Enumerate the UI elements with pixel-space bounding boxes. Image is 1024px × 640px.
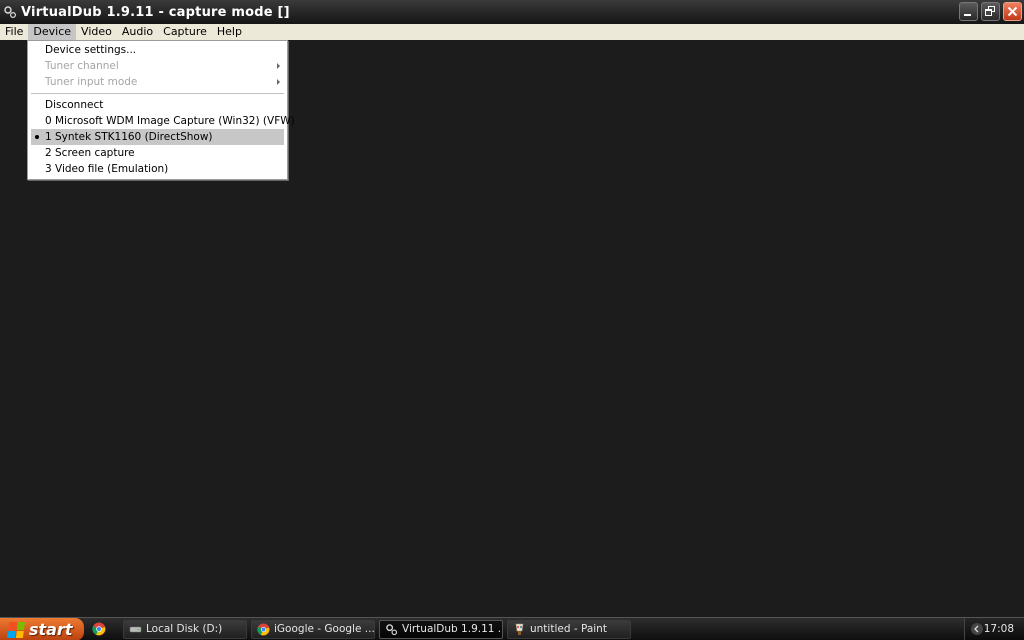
menu-item-label: 2 Screen capture <box>45 147 135 159</box>
task-virtualdub[interactable]: VirtualDub 1.9.11 ... <box>379 620 503 639</box>
menu-separator <box>31 93 284 94</box>
clock[interactable]: 17:08 <box>984 618 1014 640</box>
start-label: start <box>29 620 73 639</box>
task-local-disk[interactable]: Local Disk (D:) <box>123 620 247 639</box>
restore-button[interactable] <box>981 2 1000 21</box>
submenu-arrow-icon <box>277 79 280 85</box>
menu-item-device-1[interactable]: 1 Syntek STK1160 (DirectShow) <box>31 129 284 145</box>
chrome-icon <box>257 623 270 636</box>
menu-item-device-2[interactable]: 2 Screen capture <box>31 145 284 161</box>
menu-device[interactable]: Device <box>28 24 77 40</box>
menu-audio[interactable]: Audio <box>117 24 158 40</box>
task-label: untitled - Paint <box>530 623 607 635</box>
menu-item-tuner-input-mode[interactable]: Tuner input mode <box>31 74 284 90</box>
task-label: iGoogle - Google ... <box>274 623 375 635</box>
close-button[interactable] <box>1003 2 1022 21</box>
menu-video[interactable]: Video <box>76 24 117 40</box>
menu-item-device-settings[interactable]: Device settings... <box>31 42 284 58</box>
menu-item-label: Device settings... <box>45 44 137 56</box>
menu-item-device-3[interactable]: 3 Video file (Emulation) <box>31 161 284 177</box>
start-button[interactable]: start <box>0 618 84 640</box>
menu-item-label: 3 Video file (Emulation) <box>45 163 169 175</box>
paint-icon <box>515 623 524 635</box>
drive-icon <box>129 626 142 633</box>
gear-icon[interactable] <box>2 4 18 20</box>
menu-help[interactable]: Help <box>212 24 247 40</box>
menu-item-label: 1 Syntek STK1160 (DirectShow) <box>45 131 213 143</box>
radio-bullet-icon <box>35 135 39 139</box>
tray-expand-icon[interactable] <box>971 623 983 635</box>
task-paint[interactable]: untitled - Paint <box>507 620 631 639</box>
menu-item-label: Tuner channel <box>45 60 119 72</box>
title-bar[interactable]: VirtualDub 1.9.11 - capture mode [] <box>0 0 1024 24</box>
menu-item-label: 0 Microsoft WDM Image Capture (Win32) (V… <box>45 115 295 127</box>
menu-item-device-0[interactable]: 0 Microsoft WDM Image Capture (Win32) (V… <box>31 113 295 129</box>
chrome-quicklaunch-icon[interactable] <box>92 622 106 636</box>
menu-capture[interactable]: Capture <box>158 24 212 40</box>
menu-item-disconnect[interactable]: Disconnect <box>31 97 284 113</box>
device-menu: Device settings... Tuner channel Tuner i… <box>27 40 295 180</box>
minimize-button[interactable] <box>959 2 978 21</box>
virtualdub-icon <box>386 624 398 636</box>
menu-file[interactable]: File <box>0 24 28 40</box>
menu-bar: File Device Video Audio Capture Help <box>0 24 1024 40</box>
task-label: Local Disk (D:) <box>146 623 223 635</box>
task-label: VirtualDub 1.9.11 ... <box>402 623 503 635</box>
menu-item-label: Tuner input mode <box>45 76 138 88</box>
taskbar: start Local Disk (D:) iGoogle - Google .… <box>0 617 1024 640</box>
submenu-arrow-icon <box>277 63 280 69</box>
close-icon <box>1007 6 1018 17</box>
system-tray: 17:08 <box>964 618 1024 640</box>
windows-logo-icon <box>6 621 26 638</box>
minimize-icon <box>964 14 971 16</box>
menu-item-tuner-channel[interactable]: Tuner channel <box>31 58 284 74</box>
task-igoogle[interactable]: iGoogle - Google ... <box>251 620 375 639</box>
window-title: VirtualDub 1.9.11 - capture mode [] <box>21 4 290 20</box>
restore-icon <box>985 6 995 16</box>
menu-item-label: Disconnect <box>45 99 104 111</box>
